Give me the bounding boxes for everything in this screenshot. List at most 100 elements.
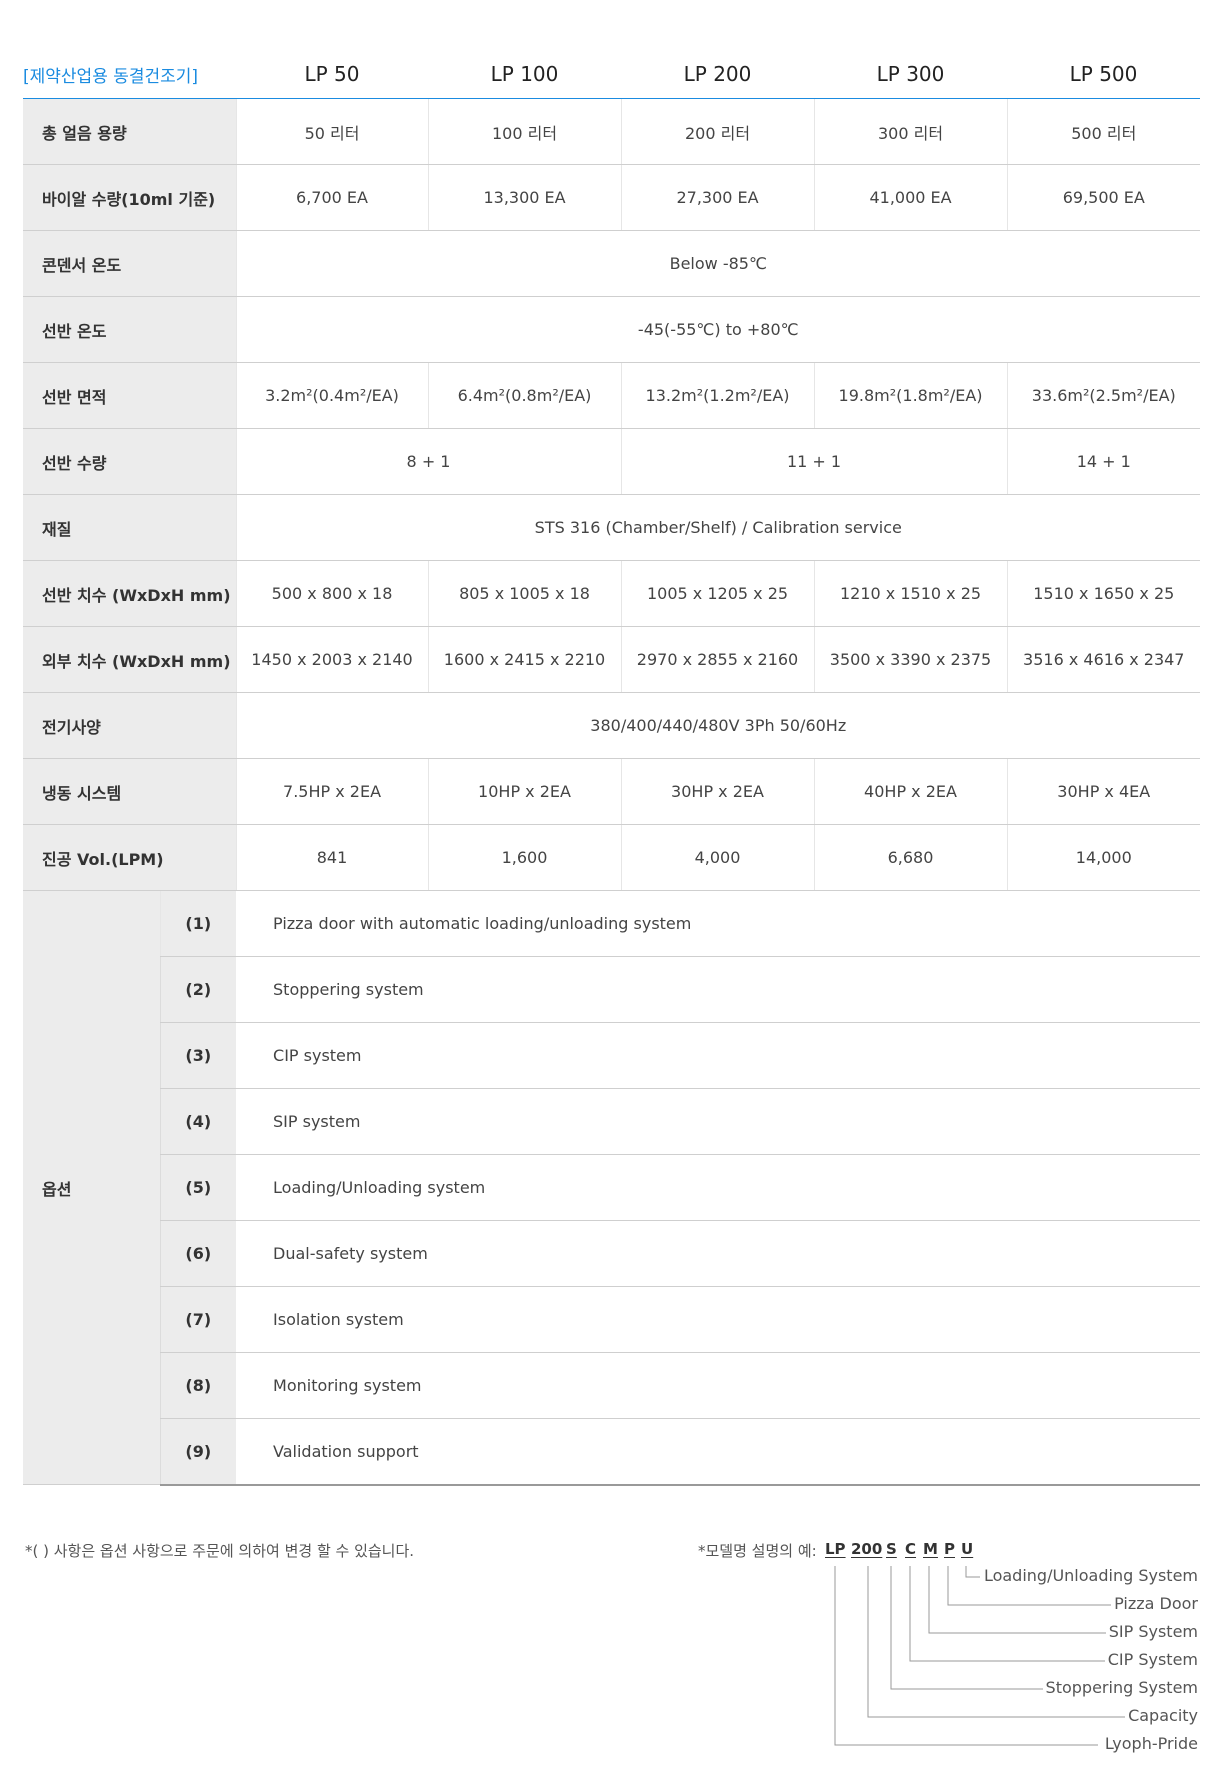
model-legend-label: Stoppering System	[1042, 1678, 1198, 1697]
model-legend-label: Loading/Unloading System	[980, 1566, 1198, 1585]
option-number: (4)	[159, 1088, 237, 1155]
row-label: 전기사양	[23, 692, 237, 759]
table-row: (3) CIP system	[23, 1022, 1201, 1089]
row-label: 총 얼음 용량	[23, 98, 237, 165]
table-cell: 13.2m²(1.2m²/EA)	[620, 362, 815, 429]
table-cell: 100 리터	[427, 98, 622, 165]
table-row: 옵션 (1) Pizza door with automatic loading…	[23, 890, 1201, 1485]
table-row: 선반 치수 (WxDxH mm) 500 x 800 x 18 805 x 10…	[23, 560, 1201, 627]
table-cell: 1210 x 1510 x 25	[813, 560, 1008, 627]
table-row: (7) Isolation system	[23, 1286, 1201, 1353]
row-label: 바이알 수량(10ml 기준)	[23, 164, 237, 231]
model-code-part: C	[905, 1540, 917, 1558]
model-code-part: M	[923, 1540, 938, 1558]
table-row: 콘덴서 온도 Below -85℃	[23, 230, 1201, 297]
row-label: 재질	[23, 494, 237, 561]
table-cell: 1005 x 1205 x 25	[620, 560, 815, 627]
table-cell: 14,000	[1006, 824, 1201, 891]
model-legend-label: Lyoph-Pride	[1101, 1734, 1198, 1753]
table-row: 전기사양 380/400/440/480V 3Ph 50/60Hz	[23, 692, 1201, 759]
row-label: 콘덴서 온도	[23, 230, 237, 297]
model-code-part: U	[961, 1540, 974, 1558]
table-cell: 6.4m²(0.8m²/EA)	[427, 362, 622, 429]
option-number: (5)	[159, 1154, 237, 1221]
table-cell: 14 + 1	[1006, 428, 1201, 495]
option-text: Pizza door with automatic loading/unload…	[236, 890, 1201, 957]
model-header: LP 100	[428, 50, 622, 99]
table-cell: 33.6m²(2.5m²/EA)	[1006, 362, 1201, 429]
model-code-part: P	[944, 1540, 955, 1558]
table-cell: 6,680	[813, 824, 1008, 891]
table-cell: 13,300 EA	[427, 164, 622, 231]
row-label: 진공 Vol.(LPM)	[23, 824, 237, 891]
table-cell: 4,000	[620, 824, 815, 891]
table-cell: 3.2m²(0.4m²/EA)	[235, 362, 429, 429]
table-cell: 1450 x 2003 x 2140	[235, 626, 429, 693]
table-cell: 30HP x 4EA	[1006, 758, 1201, 825]
model-code-part: S	[886, 1540, 897, 1558]
table-row: 선반 수량 8 + 1 11 + 1 14 + 1	[23, 428, 1201, 495]
model-header: LP 200	[621, 50, 815, 99]
table-cell: 500 리터	[1006, 98, 1201, 165]
table-cell: 841	[235, 824, 429, 891]
table-cell: 1510 x 1650 x 25	[1006, 560, 1201, 627]
option-number: (3)	[159, 1022, 237, 1089]
option-number: (9)	[159, 1418, 237, 1486]
table-cell: Below -85℃	[235, 230, 1201, 297]
table-cell: 500 x 800 x 18	[235, 560, 429, 627]
model-example-prefix: *모델명 설명의 예:	[698, 1542, 817, 1560]
table-cell: 10HP x 2EA	[427, 758, 622, 825]
option-text: SIP system	[236, 1088, 1201, 1155]
table-cell: 7.5HP x 2EA	[235, 758, 429, 825]
table-cell: 19.8m²(1.8m²/EA)	[813, 362, 1008, 429]
model-code-part: LP	[825, 1540, 846, 1558]
table-row: 외부 치수 (WxDxH mm) 1450 x 2003 x 2140 1600…	[23, 626, 1201, 693]
option-text: Loading/Unloading system	[236, 1154, 1201, 1221]
model-header: LP 50	[236, 50, 429, 99]
table-cell: 3516 x 4616 x 2347	[1006, 626, 1201, 693]
model-example-head: *모델명 설명의 예: LP 200 S C M P U	[698, 1540, 973, 1561]
table-cell: 1,600	[427, 824, 622, 891]
option-text: Validation support	[236, 1418, 1201, 1486]
row-label: 선반 면적	[23, 362, 237, 429]
option-number: (1)	[159, 890, 237, 957]
option-text: Isolation system	[236, 1286, 1201, 1353]
table-row: 진공 Vol.(LPM) 841 1,600 4,000 6,680 14,00…	[23, 824, 1201, 891]
table-cell: 8 + 1	[235, 428, 622, 495]
header-row: [제약산업용 동결건조기] LP 50 LP 100 LP 200 LP 300…	[23, 50, 1201, 99]
table-row: (8) Monitoring system	[23, 1352, 1201, 1419]
row-label: 선반 온도	[23, 296, 237, 363]
table-cell: 69,500 EA	[1006, 164, 1201, 231]
table-cell: STS 316 (Chamber/Shelf) / Calibration se…	[235, 494, 1201, 561]
option-text: CIP system	[236, 1022, 1201, 1089]
table-cell: 40HP x 2EA	[813, 758, 1008, 825]
model-header: LP 300	[814, 50, 1008, 99]
table-row: (4) SIP system	[23, 1088, 1201, 1155]
table-cell: 1600 x 2415 x 2210	[427, 626, 622, 693]
row-label: 선반 치수 (WxDxH mm)	[23, 560, 237, 627]
table-row: 재질 STS 316 (Chamber/Shelf) / Calibration…	[23, 494, 1201, 561]
spec-table: [제약산업용 동결건조기] LP 50 LP 100 LP 200 LP 300…	[23, 50, 1201, 1486]
table-row: 바이알 수량(10ml 기준) 6,700 EA 13,300 EA 27,30…	[23, 164, 1201, 231]
table-cell: -45(-55℃) to +80℃	[235, 296, 1201, 363]
table-row: 선반 면적 3.2m²(0.4m²/EA) 6.4m²(0.8m²/EA) 13…	[23, 362, 1201, 429]
table-cell: 805 x 1005 x 18	[427, 560, 622, 627]
table-cell: 50 리터	[235, 98, 429, 165]
table-cell: 2970 x 2855 x 2160	[620, 626, 815, 693]
table-row: (5) Loading/Unloading system	[23, 1154, 1201, 1221]
table-row: (9) Validation support	[23, 1418, 1201, 1486]
row-label: 선반 수량	[23, 428, 237, 495]
table-row: 총 얼음 용량 50 리터 100 리터 200 리터 300 리터 500 리…	[23, 98, 1201, 165]
model-legend-label: CIP System	[1104, 1650, 1198, 1669]
footnote: *( ) 사항은 옵션 사항으로 주문에 의하여 변경 할 수 있습니다.	[25, 1542, 415, 1560]
connector-line	[965, 1566, 980, 1578]
option-text: Monitoring system	[236, 1352, 1201, 1419]
table-cell: 3500 x 3390 x 2375	[813, 626, 1008, 693]
row-label: 냉동 시스템	[23, 758, 237, 825]
table-row: (2) Stoppering system	[23, 956, 1201, 1023]
model-legend-label: Pizza Door	[1111, 1594, 1198, 1613]
option-number: (2)	[159, 956, 237, 1023]
option-number: (6)	[159, 1220, 237, 1287]
row-label: 외부 치수 (WxDxH mm)	[23, 626, 237, 693]
table-row: 선반 온도 -45(-55℃) to +80℃	[23, 296, 1201, 363]
